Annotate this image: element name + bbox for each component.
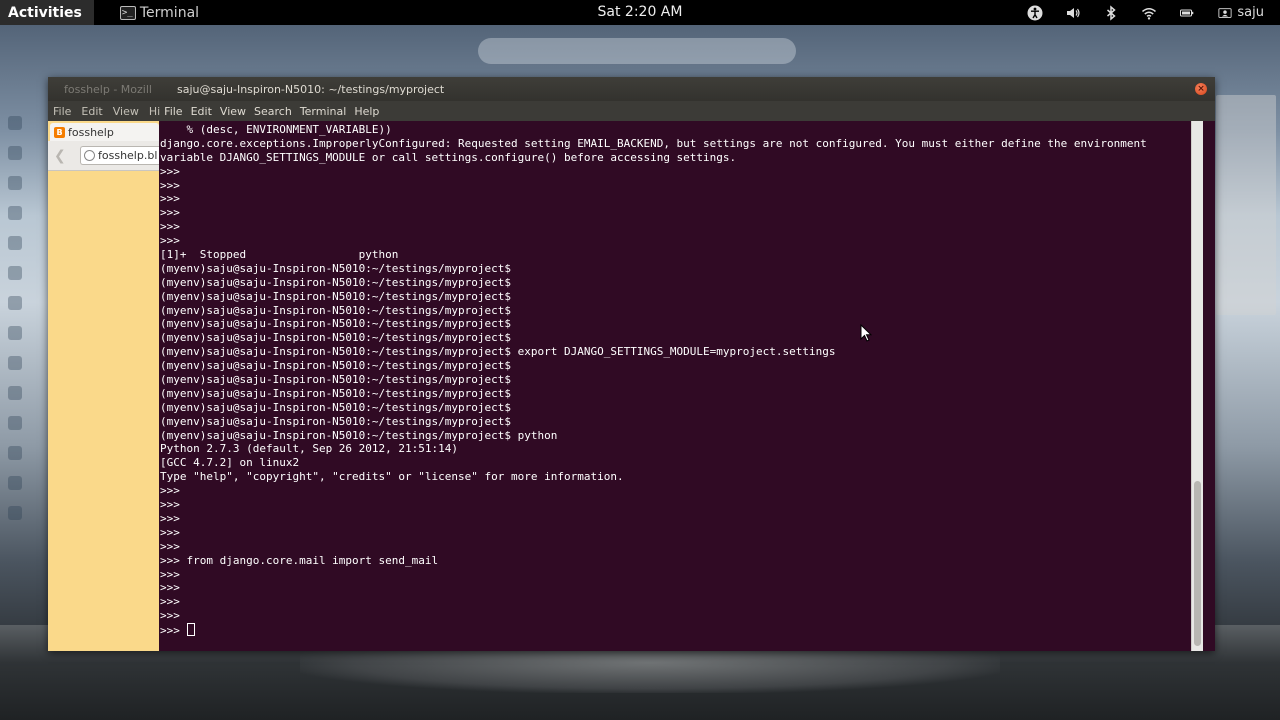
terminal-line: >>>: [160, 498, 180, 512]
terminal-line: variable DJANGO_SETTINGS_MODULE or call …: [160, 150, 737, 164]
terminal-cursor: [186, 623, 195, 637]
menubar: File Edit View Hi File Edit View Search …: [48, 101, 1215, 121]
terminal-line: [1]+ Stopped python: [160, 248, 399, 262]
terminal-line: (myenv)saju@saju-Inspiron-N5010:~/testin…: [160, 345, 836, 359]
terminal-line: >>>: [160, 234, 180, 248]
wifi-icon[interactable]: [1141, 5, 1157, 21]
terminal-line: >>>: [160, 539, 180, 553]
menu-view[interactable]: View: [220, 105, 246, 118]
terminal-window: fosshelp - Mozill saju@saju-Inspiron-N50…: [48, 77, 1215, 651]
background-window: [1216, 95, 1276, 315]
background-window-title: fosshelp - Mozill: [64, 83, 152, 96]
globe-icon: [84, 150, 95, 161]
terminal-scrollbar[interactable]: [1191, 121, 1203, 651]
bg-menu-edit[interactable]: Edit: [81, 105, 102, 118]
user-menu[interactable]: saju: [1217, 5, 1264, 21]
app-menu[interactable]: >_ Terminal: [119, 4, 200, 21]
background-menubar: File Edit View Hi: [48, 105, 170, 118]
battery-icon[interactable]: [1179, 5, 1195, 21]
terminal-line: >>>: [160, 484, 180, 498]
menu-edit[interactable]: Edit: [191, 105, 212, 118]
terminal-menubar: File Edit View Search Terminal Help: [164, 105, 387, 118]
window-titlebar[interactable]: fosshelp - Mozill saju@saju-Inspiron-N50…: [48, 77, 1215, 101]
terminal-line: (myenv)saju@saju-Inspiron-N5010:~/testin…: [160, 275, 511, 289]
terminal-line: (myenv)saju@saju-Inspiron-N5010:~/testin…: [160, 400, 511, 414]
terminal-line: (myenv)saju@saju-Inspiron-N5010:~/testin…: [160, 303, 511, 317]
bluetooth-icon[interactable]: [1103, 4, 1119, 21]
terminal-line: >>>: [160, 192, 180, 206]
blogger-icon: B: [54, 126, 65, 138]
activities-button[interactable]: Activities: [0, 0, 94, 25]
menu-terminal[interactable]: Terminal: [300, 105, 347, 118]
close-icon: ×: [1197, 84, 1205, 94]
top-panel: Activities >_ Terminal Sat 2:20 AM saju: [0, 0, 1280, 25]
terminal-line: >>>: [160, 511, 180, 525]
terminal-line: (myenv)saju@saju-Inspiron-N5010:~/testin…: [160, 414, 511, 428]
terminal-line: (myenv)saju@saju-Inspiron-N5010:~/testin…: [160, 359, 511, 373]
terminal-line: Type "help", "copyright", "credits" or "…: [160, 470, 624, 484]
desktop-side-strip: [0, 100, 28, 570]
user-icon: [1217, 5, 1233, 21]
user-name: saju: [1237, 5, 1264, 20]
firefox-url-text: fosshelp.bl: [98, 149, 158, 162]
terminal-line: (myenv)saju@saju-Inspiron-N5010:~/testin…: [160, 428, 558, 442]
terminal-line: (myenv)saju@saju-Inspiron-N5010:~/testin…: [160, 289, 511, 303]
terminal-line: (myenv)saju@saju-Inspiron-N5010:~/testin…: [160, 317, 511, 331]
firefox-url-bar[interactable]: fosshelp.bl: [80, 146, 159, 165]
terminal-line: django.core.exceptions.ImproperlyConfigu…: [160, 136, 1147, 150]
activities-label: Activities: [8, 4, 82, 21]
bg-menu-view[interactable]: View: [113, 105, 139, 118]
terminal-line: Python 2.7.3 (default, Sep 26 2012, 21:5…: [160, 442, 459, 456]
terminal-line: (myenv)saju@saju-Inspiron-N5010:~/testin…: [160, 386, 511, 400]
firefox-tab-title: fosshelp: [68, 125, 114, 139]
terminal-line: (myenv)saju@saju-Inspiron-N5010:~/testin…: [160, 373, 511, 387]
overview-search-shadow: [478, 38, 796, 64]
firefox-tab[interactable]: B fosshelp: [50, 123, 159, 141]
terminal-lines: % (desc, ENVIRONMENT_VARIABLE)) django.co…: [160, 123, 1203, 623]
firefox-navbar: ❮ fosshelp.bl: [48, 141, 159, 171]
terminal-prompt-line: >>>: [160, 623, 1203, 637]
terminal-line: % (desc, ENVIRONMENT_VARIABLE)): [160, 123, 392, 136]
terminal-line: >>>: [160, 595, 180, 609]
terminal-output[interactable]: % (desc, ENVIRONMENT_VARIABLE)) django.co…: [160, 121, 1203, 651]
terminal-line: >>>: [160, 178, 180, 192]
bg-menu-file[interactable]: File: [53, 105, 71, 118]
menu-search[interactable]: Search: [254, 105, 292, 118]
terminal-icon: >_: [119, 5, 136, 20]
clock-label[interactable]: Sat 2:20 AM: [598, 4, 683, 20]
terminal-line: >>>: [160, 164, 180, 178]
terminal-line: >>>: [160, 220, 180, 234]
close-button[interactable]: ×: [1195, 83, 1207, 95]
bg-menu-history[interactable]: Hi: [149, 105, 160, 118]
terminal-line: >>>: [160, 581, 180, 595]
terminal-line: (myenv)saju@saju-Inspiron-N5010:~/testin…: [160, 331, 511, 345]
scrollbar-thumb[interactable]: [1194, 481, 1201, 646]
menu-help[interactable]: Help: [354, 105, 379, 118]
terminal-line: >>>: [160, 525, 180, 539]
system-tray: saju: [1027, 0, 1264, 25]
terminal-line: [GCC 4.7.2] on linux2: [160, 456, 300, 470]
accessibility-icon[interactable]: [1027, 5, 1043, 21]
menu-file[interactable]: File: [164, 105, 182, 118]
terminal-line: >>>: [160, 609, 180, 623]
window-title: saju@saju-Inspiron-N5010: ~/testings/myp…: [177, 83, 445, 96]
back-arrow-icon[interactable]: ❮: [54, 148, 66, 164]
window-body: B fosshelp ❮ fosshelp.bl % (desc, ENVIRO…: [48, 121, 1215, 651]
terminal-line: (myenv)saju@saju-Inspiron-N5010:~/testin…: [160, 261, 511, 275]
terminal-line: >>> from django.core.mail import send_ma…: [160, 553, 439, 567]
background-firefox-window: B fosshelp ❮ fosshelp.bl: [48, 121, 159, 651]
app-menu-label: Terminal: [139, 4, 200, 21]
terminal-prompt: >>>: [160, 624, 187, 638]
terminal-line: >>>: [160, 567, 180, 581]
terminal-line: >>>: [160, 206, 180, 220]
volume-icon[interactable]: [1065, 5, 1081, 21]
